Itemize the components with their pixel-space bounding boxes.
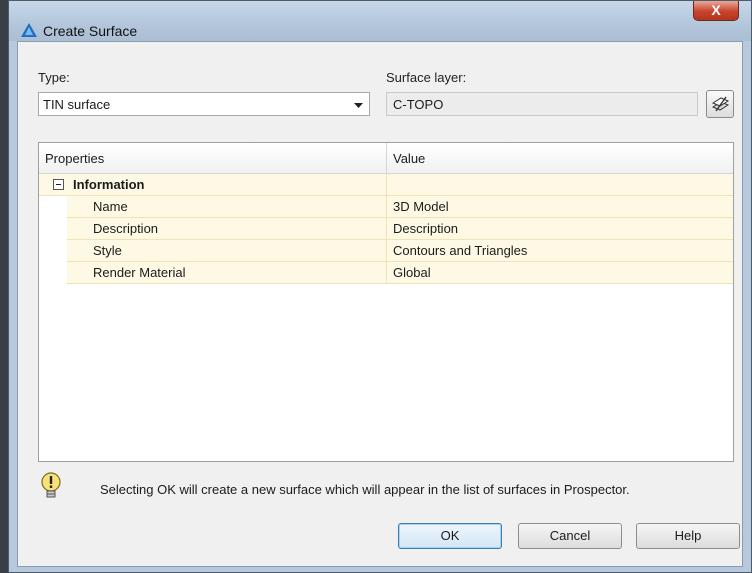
property-row[interactable]: Render Material Global	[39, 262, 733, 284]
property-row[interactable]: Description Description	[39, 218, 733, 240]
property-value[interactable]: 3D Model	[393, 199, 449, 214]
window-title: Create Surface	[43, 23, 138, 39]
help-button[interactable]: Help	[636, 523, 740, 549]
type-dropdown[interactable]: TIN surface	[38, 92, 370, 116]
surface-layer-button[interactable]	[706, 90, 734, 118]
collapse-icon[interactable]	[53, 179, 64, 190]
close-button[interactable]: X	[693, 1, 739, 21]
warning-bulb-icon	[41, 472, 61, 498]
value-column-header[interactable]: Value	[393, 151, 425, 166]
title-bar[interactable]: Create Surface X	[9, 1, 751, 41]
properties-column-header[interactable]: Properties	[45, 151, 104, 166]
properties-grid: Properties Value Information Name 3D Mod…	[38, 142, 734, 462]
column-divider	[386, 143, 387, 173]
property-name: Description	[93, 221, 159, 236]
property-name: Style	[93, 243, 122, 258]
property-row[interactable]: Style Contours and Triangles	[39, 240, 733, 262]
category-row-information[interactable]: Information	[39, 174, 733, 196]
property-name: Render Material	[93, 265, 186, 280]
dialog-body: Type: TIN surface Surface layer: C-TOPO …	[17, 41, 743, 567]
property-name: Name	[93, 199, 128, 214]
ok-button[interactable]: OK	[398, 523, 502, 549]
property-value[interactable]: Description	[393, 221, 458, 236]
dropdown-arrow-icon	[354, 103, 363, 108]
property-value[interactable]: Contours and Triangles	[393, 243, 527, 258]
type-label: Type:	[38, 70, 70, 85]
category-label: Information	[73, 177, 145, 192]
property-value-cell[interactable]	[387, 262, 733, 284]
grid-header: Properties Value	[39, 143, 733, 174]
create-surface-dialog: Create Surface X Type: TIN surface Surfa…	[8, 0, 752, 573]
app-icon	[21, 23, 37, 37]
info-message: Selecting OK will create a new surface w…	[100, 482, 630, 497]
surface-layer-field: C-TOPO	[386, 92, 698, 116]
cancel-button[interactable]: Cancel	[518, 523, 622, 549]
surface-layer-label: Surface layer:	[386, 70, 467, 85]
property-row[interactable]: Name 3D Model	[39, 196, 733, 218]
layers-icon	[711, 96, 730, 112]
type-value: TIN surface	[43, 97, 111, 112]
close-icon: X	[711, 2, 721, 18]
category-value-cell	[387, 174, 733, 196]
surface-layer-value: C-TOPO	[393, 97, 444, 112]
property-value[interactable]: Global	[393, 265, 431, 280]
